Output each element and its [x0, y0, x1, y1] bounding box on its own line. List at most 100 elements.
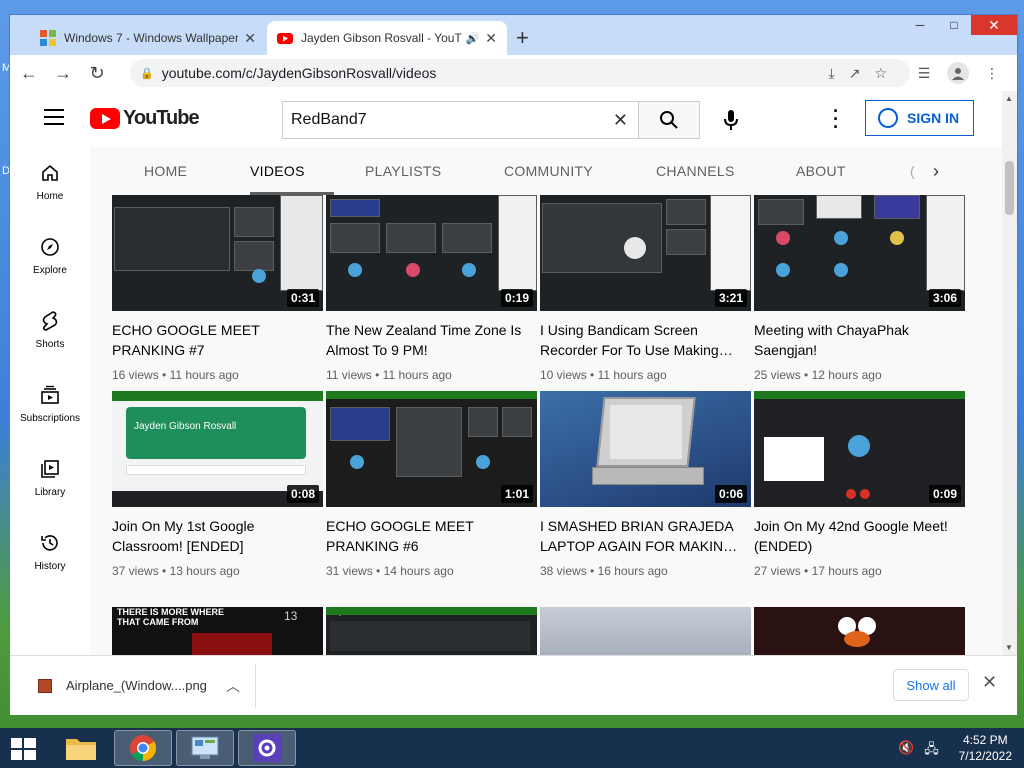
tab-close-icon[interactable]: ✕	[485, 30, 497, 47]
windows-start-icon[interactable]	[10, 736, 38, 762]
video-duration: 1:01	[500, 485, 533, 503]
network-icon[interactable]: 🖧	[924, 740, 939, 762]
clock[interactable]: 4:52 PM 7/12/2022	[959, 732, 1012, 764]
video-card[interactable]: 0:06 I SMASHED BRIAN GRAJEDA LAPTOP AGAI…	[540, 391, 751, 578]
taskbar-control-panel[interactable]	[176, 730, 234, 766]
video-card[interactable]: Jayden Gibson Rosvall	[326, 607, 537, 655]
video-card[interactable]: 0:19 The New Zealand Time Zone Is Almost…	[326, 195, 537, 382]
video-thumbnail[interactable]	[540, 607, 751, 655]
video-title[interactable]: The New Zealand Time Zone Is Almost To 9…	[326, 320, 537, 360]
video-card[interactable]: 3:06 Meeting with ChayaPhak Saengjan! 25…	[754, 195, 965, 382]
tab-windows-wallpaper[interactable]: Windows 7 - Windows Wallpaper ✕	[30, 21, 266, 55]
video-thumbnail[interactable]: THERE IS MORE WHERE THAT CAME FROM 12 13	[112, 607, 323, 655]
back-icon[interactable]: ←	[14, 58, 44, 88]
tab-about[interactable]: ABOUT	[796, 163, 846, 179]
scroll-down-icon[interactable]: ▼	[1005, 643, 1013, 652]
video-card[interactable]: 3:21 I Using Bandicam Screen Recorder Fo…	[540, 195, 751, 382]
hamburger-menu-icon[interactable]	[44, 109, 64, 125]
tab-youtube[interactable]: Jayden Gibson Rosvall - YouTube 🔊 ✕	[267, 21, 507, 55]
tab-home[interactable]: HOME	[144, 163, 187, 179]
video-meta: 37 views • 13 hours ago	[112, 564, 240, 578]
video-title[interactable]: ECHO GOOGLE MEET PRANKING #7	[112, 320, 323, 360]
video-thumbnail[interactable]: 3:21	[540, 195, 751, 311]
guide-item-subscriptions[interactable]: Subscriptions	[10, 383, 90, 424]
video-thumbnail[interactable]: 0:09	[754, 391, 965, 507]
taskbar-chrome[interactable]	[114, 730, 172, 766]
video-card[interactable]: THERE IS MORE WHERE THAT CAME FROM 12 13	[112, 607, 323, 655]
upload-age: 14 hours ago	[383, 564, 454, 578]
share-icon[interactable]: ↗	[849, 65, 861, 82]
minimize-icon[interactable]: ─	[903, 15, 937, 35]
search-input[interactable]: RedBand7 ✕	[282, 101, 638, 139]
video-title[interactable]: Join On My 42nd Google Meet! (ENDED)	[754, 516, 965, 556]
video-card[interactable]: 0:31 ECHO GOOGLE MEET PRANKING #7 16 vie…	[112, 195, 323, 382]
video-thumbnail[interactable]: 1:01	[326, 391, 537, 507]
tab-close-icon[interactable]: ✕	[244, 30, 256, 47]
page-scrollbar[interactable]: ▲ ▼	[1002, 91, 1017, 655]
address-bar[interactable]: 🔒 youtube.com/c/JaydenGibsonRosvall/vide…	[130, 59, 910, 87]
taskbar-settings[interactable]	[238, 730, 296, 766]
chrome-icon	[130, 735, 157, 762]
bookmark-star-icon[interactable]: ☆	[874, 65, 887, 82]
forward-icon[interactable]: →	[48, 58, 78, 88]
video-title[interactable]: ECHO GOOGLE MEET PRANKING #6	[326, 516, 537, 556]
title-bar: Windows 7 - Windows Wallpaper ✕ Jayden G…	[10, 15, 1017, 55]
guide-item-library[interactable]: Library	[10, 457, 90, 498]
scrollbar-thumb[interactable]	[1005, 161, 1014, 215]
settings-menu-icon[interactable]: · · ·	[828, 102, 844, 136]
reading-list-icon[interactable]: ☰	[913, 62, 935, 84]
video-meta: 25 views • 12 hours ago	[754, 368, 882, 382]
close-download-bar-icon[interactable]: ✕	[982, 672, 997, 693]
video-card[interactable]	[540, 607, 751, 655]
video-title[interactable]: I Using Bandicam Screen Recorder For To …	[540, 320, 751, 360]
upload-age: 11 hours ago	[597, 368, 667, 382]
video-card[interactable]: 1:01 ECHO GOOGLE MEET PRANKING #6 31 vie…	[326, 391, 537, 578]
video-thumbnail[interactable]: 0:06	[540, 391, 751, 507]
video-card[interactable]: 0:09 Join On My 42nd Google Meet! (ENDED…	[754, 391, 965, 578]
guide-item-shorts[interactable]: Shorts	[10, 309, 90, 350]
video-card[interactable]: Jayden Gibson Rosvall 0:08 Join On My 1s…	[112, 391, 323, 578]
install-icon[interactable]: ⤓	[829, 65, 835, 82]
video-title[interactable]: I SMASHED BRIAN GRAJEDA LAPTOP AGAIN FOR…	[540, 516, 751, 556]
video-card[interactable]	[754, 607, 965, 655]
video-thumbnail[interactable]: 0:19	[326, 195, 537, 311]
browser-menu-icon[interactable]: ⋮	[981, 62, 1003, 84]
guide-item-history[interactable]: History	[10, 531, 90, 572]
video-thumbnail[interactable]: Jayden Gibson Rosvall 0:08	[112, 391, 323, 507]
show-all-button[interactable]: Show all	[893, 669, 969, 701]
chevron-right-icon[interactable]: ›	[933, 161, 939, 182]
profile-icon[interactable]	[947, 62, 969, 84]
tab-playlists[interactable]: PLAYLISTS	[365, 163, 441, 179]
maximize-icon[interactable]: □	[937, 15, 971, 35]
scroll-up-icon[interactable]: ▲	[1005, 94, 1013, 103]
speaker-icon[interactable]: 🔊	[466, 32, 480, 45]
video-thumbnail[interactable]: Jayden Gibson Rosvall	[326, 607, 537, 655]
new-tab-icon[interactable]: +	[516, 25, 529, 51]
youtube-logo[interactable]: YouTube	[90, 107, 200, 130]
tab-channels[interactable]: CHANNELS	[656, 163, 735, 179]
tab-community[interactable]: COMMUNITY	[504, 163, 593, 179]
voice-search-button[interactable]	[716, 105, 746, 135]
reload-icon[interactable]: ↻	[82, 58, 112, 88]
video-title[interactable]: Meeting with ChayaPhak Saengjan!	[754, 320, 965, 360]
video-thumbnail[interactable]: 3:06	[754, 195, 965, 311]
view-count: 31 views	[326, 564, 373, 578]
video-thumbnail[interactable]	[754, 607, 965, 655]
search-button[interactable]	[638, 101, 700, 139]
guide-item-explore[interactable]: Explore	[10, 235, 90, 276]
volume-muted-icon[interactable]: 🔇	[898, 740, 914, 762]
close-window-icon[interactable]: ✕	[971, 15, 1017, 35]
download-item[interactable]: Airplane_(Window....png	[38, 678, 207, 693]
youtube-favicon-icon	[277, 33, 293, 44]
sign-in-button[interactable]: SIGN IN	[865, 100, 974, 136]
guide-item-home[interactable]: Home	[10, 161, 90, 202]
clear-search-icon[interactable]: ✕	[613, 110, 628, 131]
video-meta: 38 views • 16 hours ago	[540, 564, 668, 578]
chevron-up-icon[interactable]: ︿	[226, 676, 240, 696]
video-title[interactable]: Join On My 1st Google Classroom! [ENDED]	[112, 516, 323, 556]
video-meta: 16 views • 11 hours ago	[112, 368, 239, 382]
taskbar-file-explorer[interactable]	[52, 730, 110, 766]
video-thumbnail[interactable]: 0:31	[112, 195, 323, 311]
view-count: 37 views	[112, 564, 159, 578]
tab-videos[interactable]: VIDEOS	[250, 163, 305, 179]
